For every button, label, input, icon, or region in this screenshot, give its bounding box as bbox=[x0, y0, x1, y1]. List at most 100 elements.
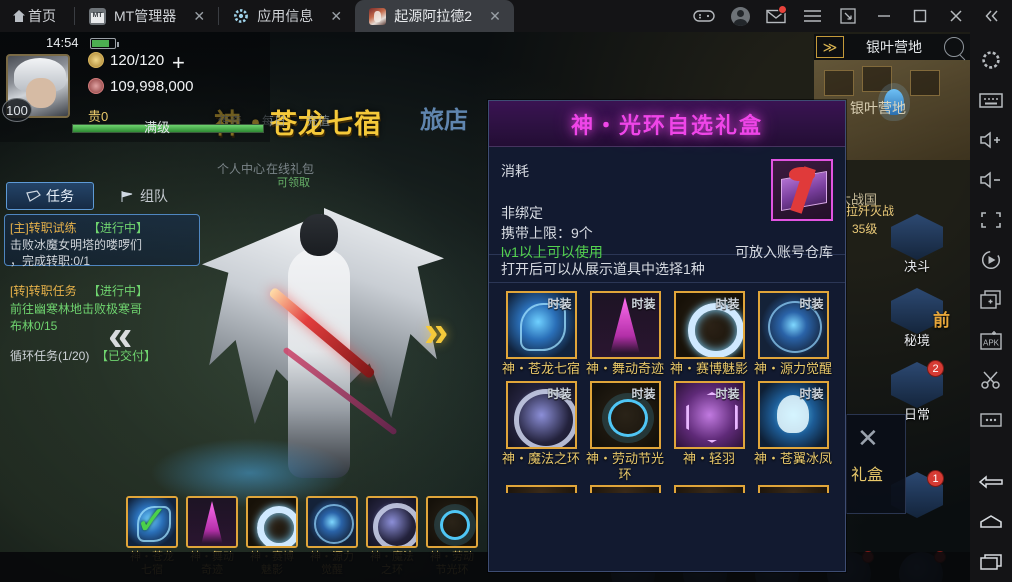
reward-item-label: 神・劳动节光环 bbox=[585, 451, 664, 482]
search-icon[interactable] bbox=[944, 37, 964, 57]
install-apk-icon[interactable]: APK bbox=[970, 320, 1012, 360]
hotbar-icon: ✓ bbox=[126, 496, 178, 548]
item-tag: 时装 bbox=[631, 387, 656, 401]
quest-0-desc2: ，完成转职:0/1 bbox=[10, 254, 91, 268]
close-icon[interactable]: ✕ bbox=[486, 7, 504, 25]
reward-item-icon: 时装 bbox=[673, 381, 745, 449]
tab-game[interactable]: 起源阿拉德2 ✕ bbox=[355, 0, 515, 32]
reward-item[interactable]: 时装 神・劳动节光环 bbox=[585, 381, 665, 483]
mt-manager-favicon bbox=[89, 7, 106, 25]
reward-item-label: 神・苍龙七宿 bbox=[501, 361, 580, 376]
back-icon[interactable] bbox=[970, 462, 1012, 502]
energy-value: 120/120 bbox=[110, 52, 165, 69]
dialog-title: 神・光环自选礼盒 bbox=[570, 112, 763, 138]
tab-team-label: 组队 bbox=[140, 188, 168, 204]
gold-icon bbox=[88, 78, 104, 94]
tab-mt-manager-label: MT管理器 bbox=[114, 8, 177, 24]
tab-team[interactable]: 组队 bbox=[100, 182, 188, 210]
reward-item-label: 神・舞动奇迹 bbox=[585, 361, 664, 376]
menu-icon[interactable] bbox=[794, 0, 830, 32]
reward-item[interactable]: 时装 神・苍龙七宿 bbox=[501, 291, 581, 377]
tab-quests[interactable]: 任务 bbox=[6, 182, 94, 210]
energy-stat: 120/120 bbox=[88, 52, 164, 69]
reward-item-partial[interactable] bbox=[589, 485, 661, 493]
level-badge: 100 bbox=[2, 98, 32, 122]
close-icon[interactable]: ✕ bbox=[190, 7, 208, 25]
vip-level: 贵0 bbox=[88, 109, 109, 124]
label-recharge[interactable]: 充值 bbox=[306, 112, 330, 129]
gamepad-icon[interactable] bbox=[686, 0, 722, 32]
titlebar: 首页 MT管理器 ✕ 应用信息 ✕ 起源阿拉德2 ✕ bbox=[0, 0, 1012, 32]
item-level-requirement: lv1以上可以使用 bbox=[501, 244, 603, 260]
reward-item[interactable]: 时装 神・苍翼冰凤 bbox=[753, 381, 833, 483]
reward-item-icon: 时装 bbox=[757, 381, 829, 449]
reward-item[interactable]: 时装 神・魔法之环 bbox=[501, 381, 581, 483]
expand-map-icon[interactable]: ≫ bbox=[816, 36, 844, 58]
item-bind-status: 非绑定 bbox=[501, 205, 543, 221]
collapse-icon[interactable] bbox=[974, 0, 1010, 32]
game-viewport[interactable]: 神・苍龙七宿 旅店 传奇 每日 充值 个人中心 在线礼包 可领取 « » 14:… bbox=[0, 32, 970, 582]
hotbar-icon bbox=[186, 496, 238, 548]
mail-badge bbox=[778, 5, 787, 14]
chevron-right-icon[interactable]: » bbox=[424, 310, 448, 354]
widget-duel[interactable]: 决斗 bbox=[888, 214, 946, 275]
fullscreen-icon[interactable] bbox=[970, 200, 1012, 240]
reward-item[interactable]: 时装 神・源力觉醒 bbox=[753, 291, 833, 377]
reward-grid-next-row[interactable] bbox=[489, 483, 845, 493]
item-detail-dialog[interactable]: 神・光环自选礼盒 消耗 非绑定 携带上限：9个 lv1以上可以使用 可放入账号仓… bbox=[488, 100, 846, 572]
account-avatar[interactable] bbox=[722, 0, 758, 32]
gift-side-card-label: 礼盒 bbox=[851, 467, 884, 484]
boss-level-label: 35级 bbox=[852, 222, 878, 236]
tab-game-label: 起源阿拉德2 bbox=[394, 8, 473, 24]
mail-icon[interactable] bbox=[758, 0, 794, 32]
minimize-icon[interactable] bbox=[866, 0, 902, 32]
tab-mt-manager[interactable]: MT管理器 ✕ bbox=[75, 0, 218, 32]
reward-item-label: 神・魔法之环 bbox=[501, 451, 580, 466]
reward-item-label: 神・赛博魅影 bbox=[669, 361, 748, 376]
screenshot-scissors-icon[interactable] bbox=[970, 360, 1012, 400]
add-window-icon[interactable] bbox=[970, 280, 1012, 320]
tab-app-info-label: 应用信息 bbox=[257, 8, 314, 24]
reward-item-partial[interactable] bbox=[673, 485, 745, 493]
close-icon[interactable] bbox=[938, 0, 974, 32]
scroll-icon bbox=[26, 189, 41, 202]
item-tag: 时装 bbox=[631, 297, 656, 311]
reward-item-icon: 时装 bbox=[505, 291, 577, 359]
gift-box-icon[interactable] bbox=[771, 159, 833, 221]
home-icon[interactable] bbox=[970, 502, 1012, 542]
tab-home-label: 首页 bbox=[28, 8, 56, 24]
gold-value: 109,998,000 bbox=[110, 78, 194, 95]
item-carry-limit: 携带上限：9个 bbox=[501, 225, 593, 241]
reward-item-partial[interactable] bbox=[757, 485, 829, 493]
battery-icon bbox=[90, 38, 119, 49]
energy-icon bbox=[88, 52, 104, 68]
reward-item-label: 神・源力觉醒 bbox=[753, 361, 832, 376]
reward-item[interactable]: 时装 神・舞动奇迹 bbox=[585, 291, 665, 377]
minimap-title: 银叶营地 bbox=[866, 39, 922, 55]
reward-item[interactable]: 时装 神・赛博魅影 bbox=[669, 291, 749, 377]
record-icon[interactable] bbox=[970, 240, 1012, 280]
reward-item[interactable]: 时装 神・轻羽 bbox=[669, 381, 749, 483]
tab-home[interactable]: 首页 bbox=[0, 0, 74, 32]
widget-secret-realm[interactable]: 秘境 前 bbox=[888, 288, 950, 349]
shop-label: 旅店 bbox=[420, 107, 468, 134]
resize-icon[interactable] bbox=[830, 0, 866, 32]
quest-tabs: 任务 组队 bbox=[6, 182, 188, 210]
more-options-icon[interactable] bbox=[970, 400, 1012, 440]
close-icon[interactable]: ✕ bbox=[857, 423, 879, 454]
label-personal-center[interactable]: 个人中心 bbox=[217, 160, 265, 177]
recents-icon[interactable] bbox=[970, 542, 1012, 582]
reward-item-partial[interactable] bbox=[505, 485, 577, 493]
tab-app-info[interactable]: 应用信息 ✕ bbox=[219, 0, 355, 32]
keyboard-icon[interactable] bbox=[970, 80, 1012, 120]
gift-side-card[interactable]: ✕ 礼盒 bbox=[846, 414, 906, 514]
volume-up-icon[interactable] bbox=[970, 120, 1012, 160]
settings-gear-icon[interactable] bbox=[970, 40, 1012, 80]
dialog-header: 神・光环自选礼盒 bbox=[489, 101, 845, 147]
maximize-icon[interactable] bbox=[902, 0, 938, 32]
close-icon[interactable]: ✕ bbox=[327, 7, 345, 25]
volume-down-icon[interactable] bbox=[970, 160, 1012, 200]
add-energy-button[interactable]: + bbox=[172, 52, 185, 74]
item-type: 消耗 bbox=[501, 163, 529, 179]
reward-item-icon: 时装 bbox=[673, 291, 745, 359]
